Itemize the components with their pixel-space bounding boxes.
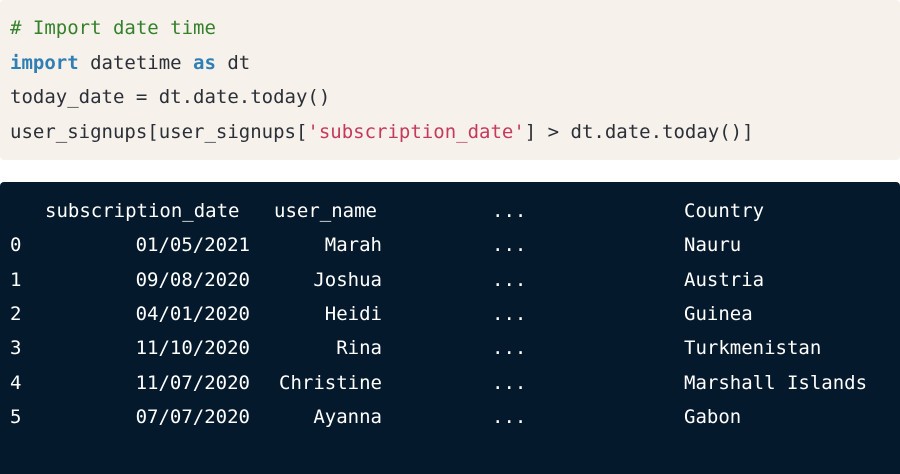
cell-date: 01/05/2021 (135, 234, 250, 256)
cell-user-name: Ayanna (313, 406, 382, 428)
cell-country: Turkmenistan (684, 337, 822, 359)
code-line-import: import datetime as dt (10, 51, 250, 75)
code-comment: # Import date time (10, 17, 216, 39)
cell-user-name: Marah (324, 234, 382, 256)
cell-ellipsis: ... (492, 303, 527, 325)
cell-country: Nauru (684, 234, 742, 256)
cell-date: 07/07/2020 (135, 406, 250, 428)
row-index: 3 (10, 337, 22, 359)
header-subscription-date: subscription_date (45, 200, 240, 222)
filter-prefix: user_signups[user_signups[ (10, 121, 308, 143)
row-index: 1 (10, 269, 22, 291)
header-ellipsis: ... (492, 200, 527, 222)
cell-user-name: Christine (279, 372, 382, 394)
header-country: Country (684, 200, 765, 222)
filter-suffix: ] > dt.date.today()] (524, 121, 754, 143)
cell-country: Marshall Islands (684, 372, 868, 394)
cell-ellipsis: ... (492, 269, 527, 291)
module-name: datetime (78, 52, 194, 74)
cell-user-name: Joshua (313, 269, 382, 291)
row-index: 0 (10, 234, 22, 256)
cell-user-name: Rina (336, 337, 382, 359)
module-alias: dt (215, 52, 251, 74)
cell-date: 11/10/2020 (135, 337, 250, 359)
cell-ellipsis: ... (492, 234, 527, 256)
cell-date: 04/01/2020 (135, 303, 250, 325)
keyword-as: as (193, 52, 216, 74)
code-line-filter: user_signups[user_signups['subscription_… (10, 120, 754, 144)
cell-country: Austria (684, 269, 765, 291)
code-block: # Import date time import datetime as dt… (0, 0, 900, 160)
cell-country: Gabon (684, 406, 742, 428)
code-line-today: today_date = dt.date.today() (10, 86, 331, 108)
cell-ellipsis: ... (492, 337, 527, 359)
row-index: 2 (10, 303, 22, 325)
cell-user-name: Heidi (324, 303, 382, 325)
cell-ellipsis: ... (492, 406, 527, 428)
header-user-name: user_name (274, 200, 377, 222)
keyword-import: import (10, 52, 79, 74)
cell-date: 09/08/2020 (135, 269, 250, 291)
filter-string: 'subscription_date' (307, 121, 525, 143)
cell-ellipsis: ... (492, 372, 527, 394)
cell-country: Guinea (684, 303, 753, 325)
output-block: subscription_date user_name ... Country … (0, 182, 900, 474)
row-index: 4 (10, 372, 22, 394)
row-index: 5 (10, 406, 22, 428)
cell-date: 11/07/2020 (135, 372, 250, 394)
